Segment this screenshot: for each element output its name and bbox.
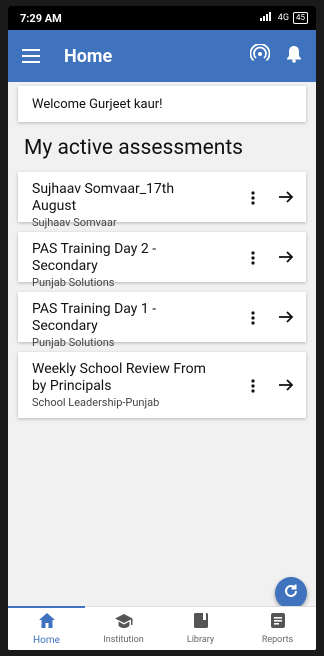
nav-institution[interactable]: Institution bbox=[85, 607, 162, 650]
arrow-right-icon[interactable] bbox=[278, 377, 294, 393]
assessment-title: PAS Training Day 2 - Secondary bbox=[32, 241, 157, 274]
broadcast-icon[interactable] bbox=[249, 43, 271, 68]
assessment-title: PAS Training Day 1 - Secondary bbox=[32, 301, 157, 334]
assessment-subtitle: School Leadership-Punjab bbox=[32, 396, 160, 409]
welcome-card: Welcome Gurjeet kaur! bbox=[18, 86, 306, 122]
bell-icon[interactable] bbox=[286, 45, 302, 67]
section-title: My active assessments bbox=[24, 136, 244, 160]
nav-label: Library bbox=[186, 635, 215, 645]
assessment-card[interactable]: Sujhaav Somvaar_17th August Sujhaav Somv… bbox=[18, 172, 306, 229]
assessment-card[interactable]: PAS Training Day 2 - Secondary Punjab So… bbox=[18, 232, 306, 289]
assessment-card[interactable]: PAS Training Day 1 - Secondary Punjab So… bbox=[18, 292, 306, 349]
nav-reports[interactable]: Reports bbox=[239, 607, 316, 650]
nav-library[interactable]: Library bbox=[162, 607, 239, 650]
assessment-title: Sujhaav Somvaar_17th August bbox=[32, 181, 175, 214]
assessment-subtitle: Punjab Solutions bbox=[32, 276, 115, 289]
network-label: 4G bbox=[277, 13, 289, 23]
nav-label: Home bbox=[33, 634, 60, 646]
app-bar-actions bbox=[249, 43, 302, 68]
more-options-icon[interactable] bbox=[250, 310, 256, 325]
refresh-button[interactable] bbox=[275, 577, 307, 609]
phone-screen: 7:29 AM 4G 45 Home Welcome Gurjeet kaur!… bbox=[8, 6, 316, 650]
assessment-card[interactable]: Weekly School Review From by Principals … bbox=[18, 352, 306, 418]
battery-icon: 45 bbox=[293, 12, 308, 24]
nav-home[interactable]: Home bbox=[8, 606, 85, 650]
assessment-subtitle: Punjab Solutions bbox=[32, 336, 115, 349]
book-icon bbox=[193, 613, 208, 632]
arrow-right-icon[interactable] bbox=[278, 189, 294, 205]
page-title: Home bbox=[64, 45, 113, 67]
refresh-icon bbox=[283, 583, 299, 603]
assessment-title: Weekly School Review From by Principals bbox=[32, 361, 206, 394]
status-time: 7:29 AM bbox=[20, 11, 62, 25]
school-icon bbox=[114, 613, 133, 632]
bottom-navigation: Home Institution Library Reports bbox=[8, 606, 316, 650]
nav-label: Institution bbox=[103, 635, 144, 645]
more-options-icon[interactable] bbox=[250, 378, 256, 393]
nav-label: Reports bbox=[261, 635, 294, 645]
signal-icon bbox=[259, 12, 274, 24]
arrow-right-icon[interactable] bbox=[278, 309, 294, 325]
reports-icon bbox=[270, 613, 285, 632]
assessment-subtitle: Sujhaav Somvaar bbox=[32, 216, 117, 229]
arrow-right-icon[interactable] bbox=[278, 249, 294, 265]
more-options-icon[interactable] bbox=[250, 190, 256, 205]
status-indicators: 4G 45 bbox=[259, 12, 308, 24]
app-bar: Home bbox=[8, 30, 316, 82]
welcome-text: Welcome Gurjeet kaur! bbox=[32, 96, 163, 112]
home-icon bbox=[38, 612, 55, 632]
more-options-icon[interactable] bbox=[250, 250, 256, 265]
status-bar: 7:29 AM 4G 45 bbox=[8, 6, 316, 30]
menu-icon[interactable] bbox=[22, 45, 44, 67]
